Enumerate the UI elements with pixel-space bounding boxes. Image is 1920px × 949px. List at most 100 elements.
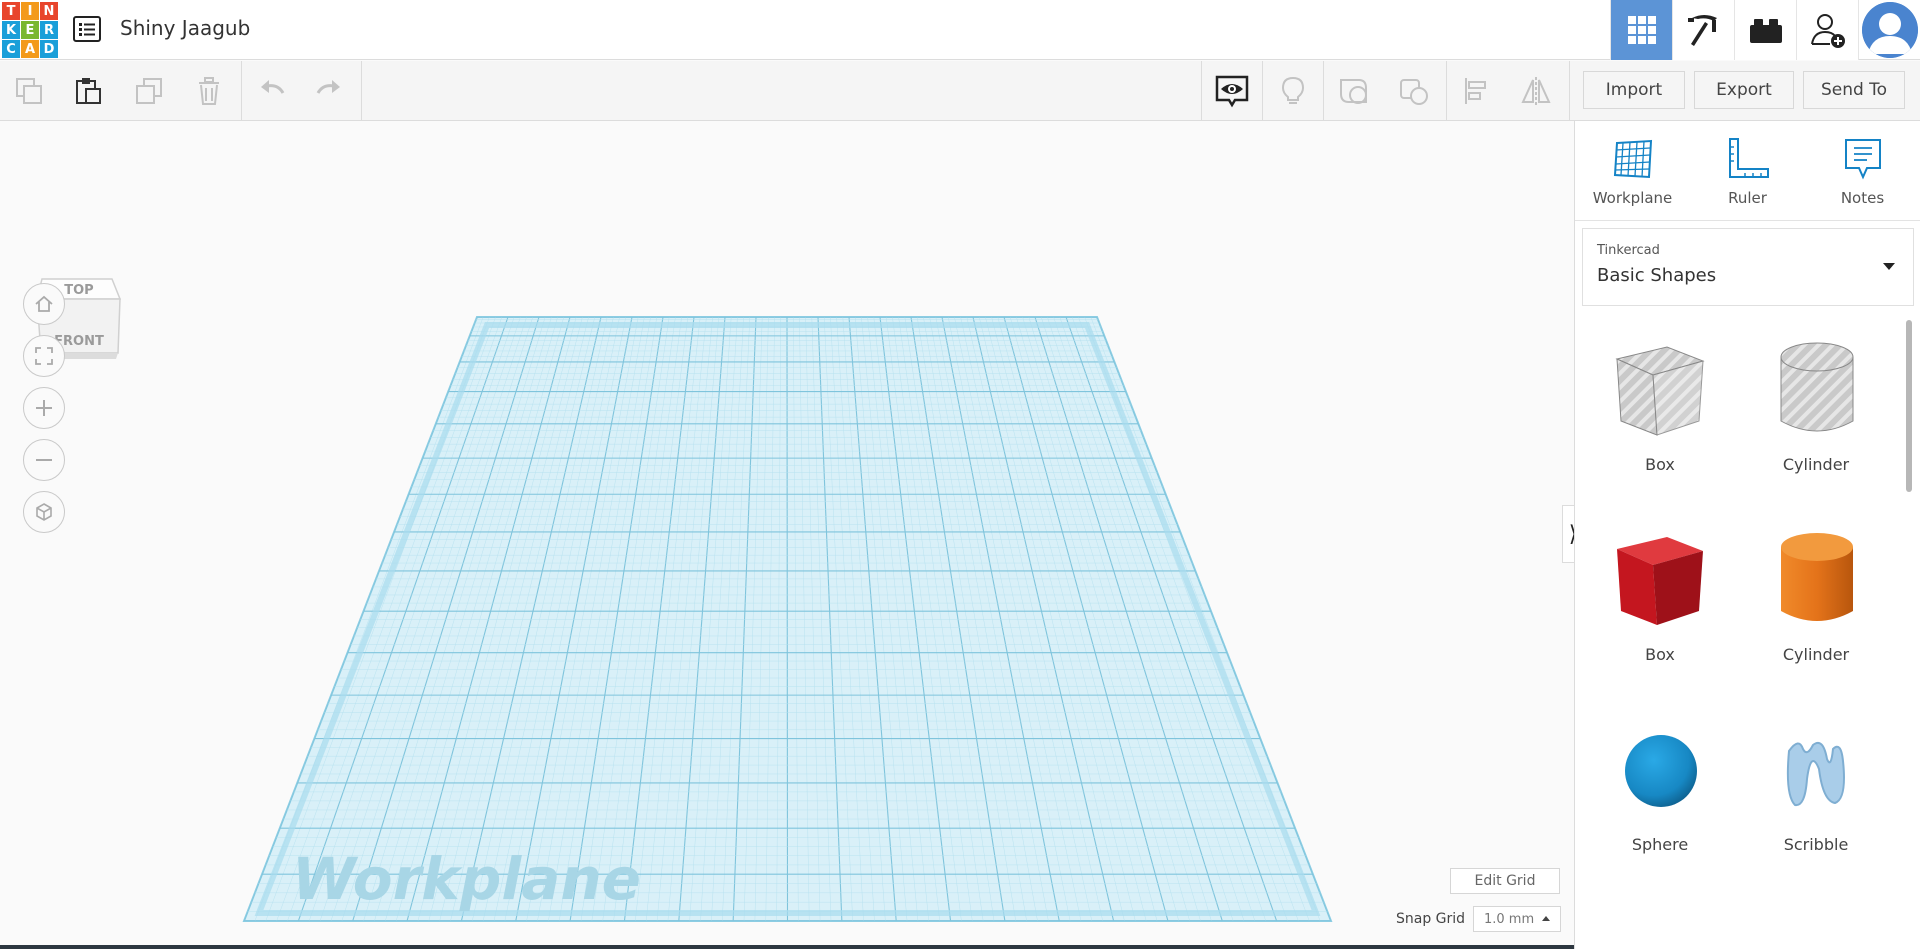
codeblocks-button[interactable] xyxy=(1672,0,1734,60)
invite-user-button[interactable] xyxy=(1796,0,1858,60)
logo-letter: N xyxy=(40,2,58,20)
paste-button[interactable] xyxy=(70,73,106,109)
send-to-button[interactable]: Send To xyxy=(1803,71,1905,109)
list-icon xyxy=(73,16,101,42)
panel-tools: Workplane Ruler Notes xyxy=(1575,121,1920,221)
toolbar-divider xyxy=(361,61,362,121)
brick-icon xyxy=(1749,19,1782,43)
design-list-button[interactable] xyxy=(72,14,102,44)
caret-down-icon xyxy=(1883,263,1895,270)
delete-button[interactable] xyxy=(191,73,227,109)
shape-library-select[interactable]: Tinkercad Basic Shapes xyxy=(1582,228,1914,306)
shape-sphere[interactable]: Sphere xyxy=(1582,709,1738,889)
toolbar-divider xyxy=(1262,61,1263,121)
ungroup-icon xyxy=(1400,79,1428,105)
workplane-icon xyxy=(1613,139,1652,179)
tinkercad-app: T I N K E R C A D Shiny Jaagub Import Ex… xyxy=(0,0,1920,949)
logo-letter: I xyxy=(21,2,39,20)
hole-box-icon xyxy=(1615,346,1705,436)
notes-icon xyxy=(1844,139,1881,180)
workplane-tool[interactable]: Workplane xyxy=(1575,121,1690,220)
align-icon xyxy=(1465,78,1486,104)
design-title[interactable]: Shiny Jaagub xyxy=(120,16,250,40)
delete-icon xyxy=(199,77,219,105)
shape-label: Sphere xyxy=(1631,835,1689,854)
show-notes-button[interactable] xyxy=(1214,73,1250,109)
scribble-icon xyxy=(1786,741,1845,807)
panel-scrollbar[interactable] xyxy=(1906,320,1912,492)
shape-cylinder[interactable]: Cylinder xyxy=(1738,519,1894,699)
box-icon xyxy=(1617,537,1703,625)
snap-grid-label: Snap Grid xyxy=(1396,911,1466,927)
shape-scribble[interactable]: Scribble xyxy=(1738,709,1894,889)
notes-tool[interactable]: Notes xyxy=(1805,121,1920,220)
zoom-out-icon xyxy=(36,459,52,461)
hole-cylinder-icon xyxy=(1780,342,1854,432)
light-bulb-button[interactable] xyxy=(1275,73,1311,109)
group-icon xyxy=(1340,79,1367,104)
undo-icon xyxy=(261,80,285,94)
shape-label: Cylinder xyxy=(1782,645,1850,664)
shape-box-hole[interactable]: Box xyxy=(1582,329,1738,509)
zoom-out-button[interactable] xyxy=(23,439,65,481)
library-name: Basic Shapes xyxy=(1597,265,1717,286)
view-cube-top-label[interactable]: TOP xyxy=(64,283,93,298)
redo-icon xyxy=(316,80,340,94)
shape-label: Scribble xyxy=(1783,835,1849,854)
edit-toolbar: Import Export Send To xyxy=(0,61,1920,121)
perspective-icon xyxy=(36,503,52,521)
workplane-grid[interactable]: Workplane xyxy=(0,121,1574,949)
paste-icon xyxy=(76,78,101,104)
toolbar-divider xyxy=(1446,61,1447,121)
shape-box[interactable]: Box xyxy=(1582,519,1738,699)
toolbar-divider xyxy=(1201,61,1202,121)
align-button[interactable] xyxy=(1459,73,1495,109)
3d-viewport[interactable]: Workplane TOP FRONT Edit Grid Snap Grid … xyxy=(0,121,1584,949)
mirror-icon xyxy=(1521,77,1551,105)
ruler-icon xyxy=(1728,138,1769,178)
top-right-controls xyxy=(1610,0,1920,60)
logo-letter: C xyxy=(2,40,20,58)
home-view-button[interactable] xyxy=(23,283,65,325)
bottom-strip xyxy=(0,945,1574,949)
shapes-grid: Box Cylinder Box Cylinder Sphere Scribbl… xyxy=(1582,319,1902,949)
pickaxe-icon xyxy=(1687,15,1717,46)
shape-label: Cylinder xyxy=(1782,455,1850,474)
snap-grid-select[interactable]: 1.0 mm xyxy=(1473,906,1561,932)
top-bar: T I N K E R C A D Shiny Jaagub xyxy=(0,0,1920,60)
undo-button[interactable] xyxy=(254,73,290,109)
shape-label: Box xyxy=(1645,645,1675,664)
grid-icon xyxy=(1627,16,1656,44)
cylinder-icon xyxy=(1781,533,1853,621)
toolbar-divider xyxy=(1569,61,1570,121)
grid-line xyxy=(786,317,789,921)
fit-view-button[interactable] xyxy=(23,335,65,377)
avatar xyxy=(1861,2,1918,58)
redo-button[interactable] xyxy=(311,73,347,109)
3d-design-view-button[interactable] xyxy=(1610,0,1672,60)
export-button[interactable]: Export xyxy=(1694,71,1794,109)
bricks-button[interactable] xyxy=(1734,0,1796,60)
logo-letter: D xyxy=(40,40,58,58)
shape-cylinder-hole[interactable]: Cylinder xyxy=(1738,329,1894,509)
group-button[interactable] xyxy=(1336,73,1372,109)
user-avatar-icon xyxy=(1861,2,1918,58)
import-button[interactable]: Import xyxy=(1583,71,1685,109)
workplane-label: Workplane xyxy=(292,845,641,913)
copy-button[interactable] xyxy=(11,73,47,109)
tinkercad-logo[interactable]: T I N K E R C A D xyxy=(2,2,58,58)
edit-grid-button[interactable]: Edit Grid xyxy=(1450,868,1560,894)
duplicate-button[interactable] xyxy=(131,73,167,109)
copy-icon xyxy=(16,78,42,104)
toolbar-divider xyxy=(1323,61,1324,121)
perspective-button[interactable] xyxy=(23,491,65,533)
ruler-tool-label: Ruler xyxy=(1728,189,1767,207)
logo-letter: A xyxy=(21,40,39,58)
logo-letter: R xyxy=(40,21,58,39)
zoom-in-button[interactable] xyxy=(23,387,65,429)
account-button[interactable] xyxy=(1858,0,1920,60)
ungroup-button[interactable] xyxy=(1396,73,1432,109)
zoom-in-icon xyxy=(36,400,52,416)
mirror-button[interactable] xyxy=(1518,73,1554,109)
ruler-tool[interactable]: Ruler xyxy=(1690,121,1805,220)
